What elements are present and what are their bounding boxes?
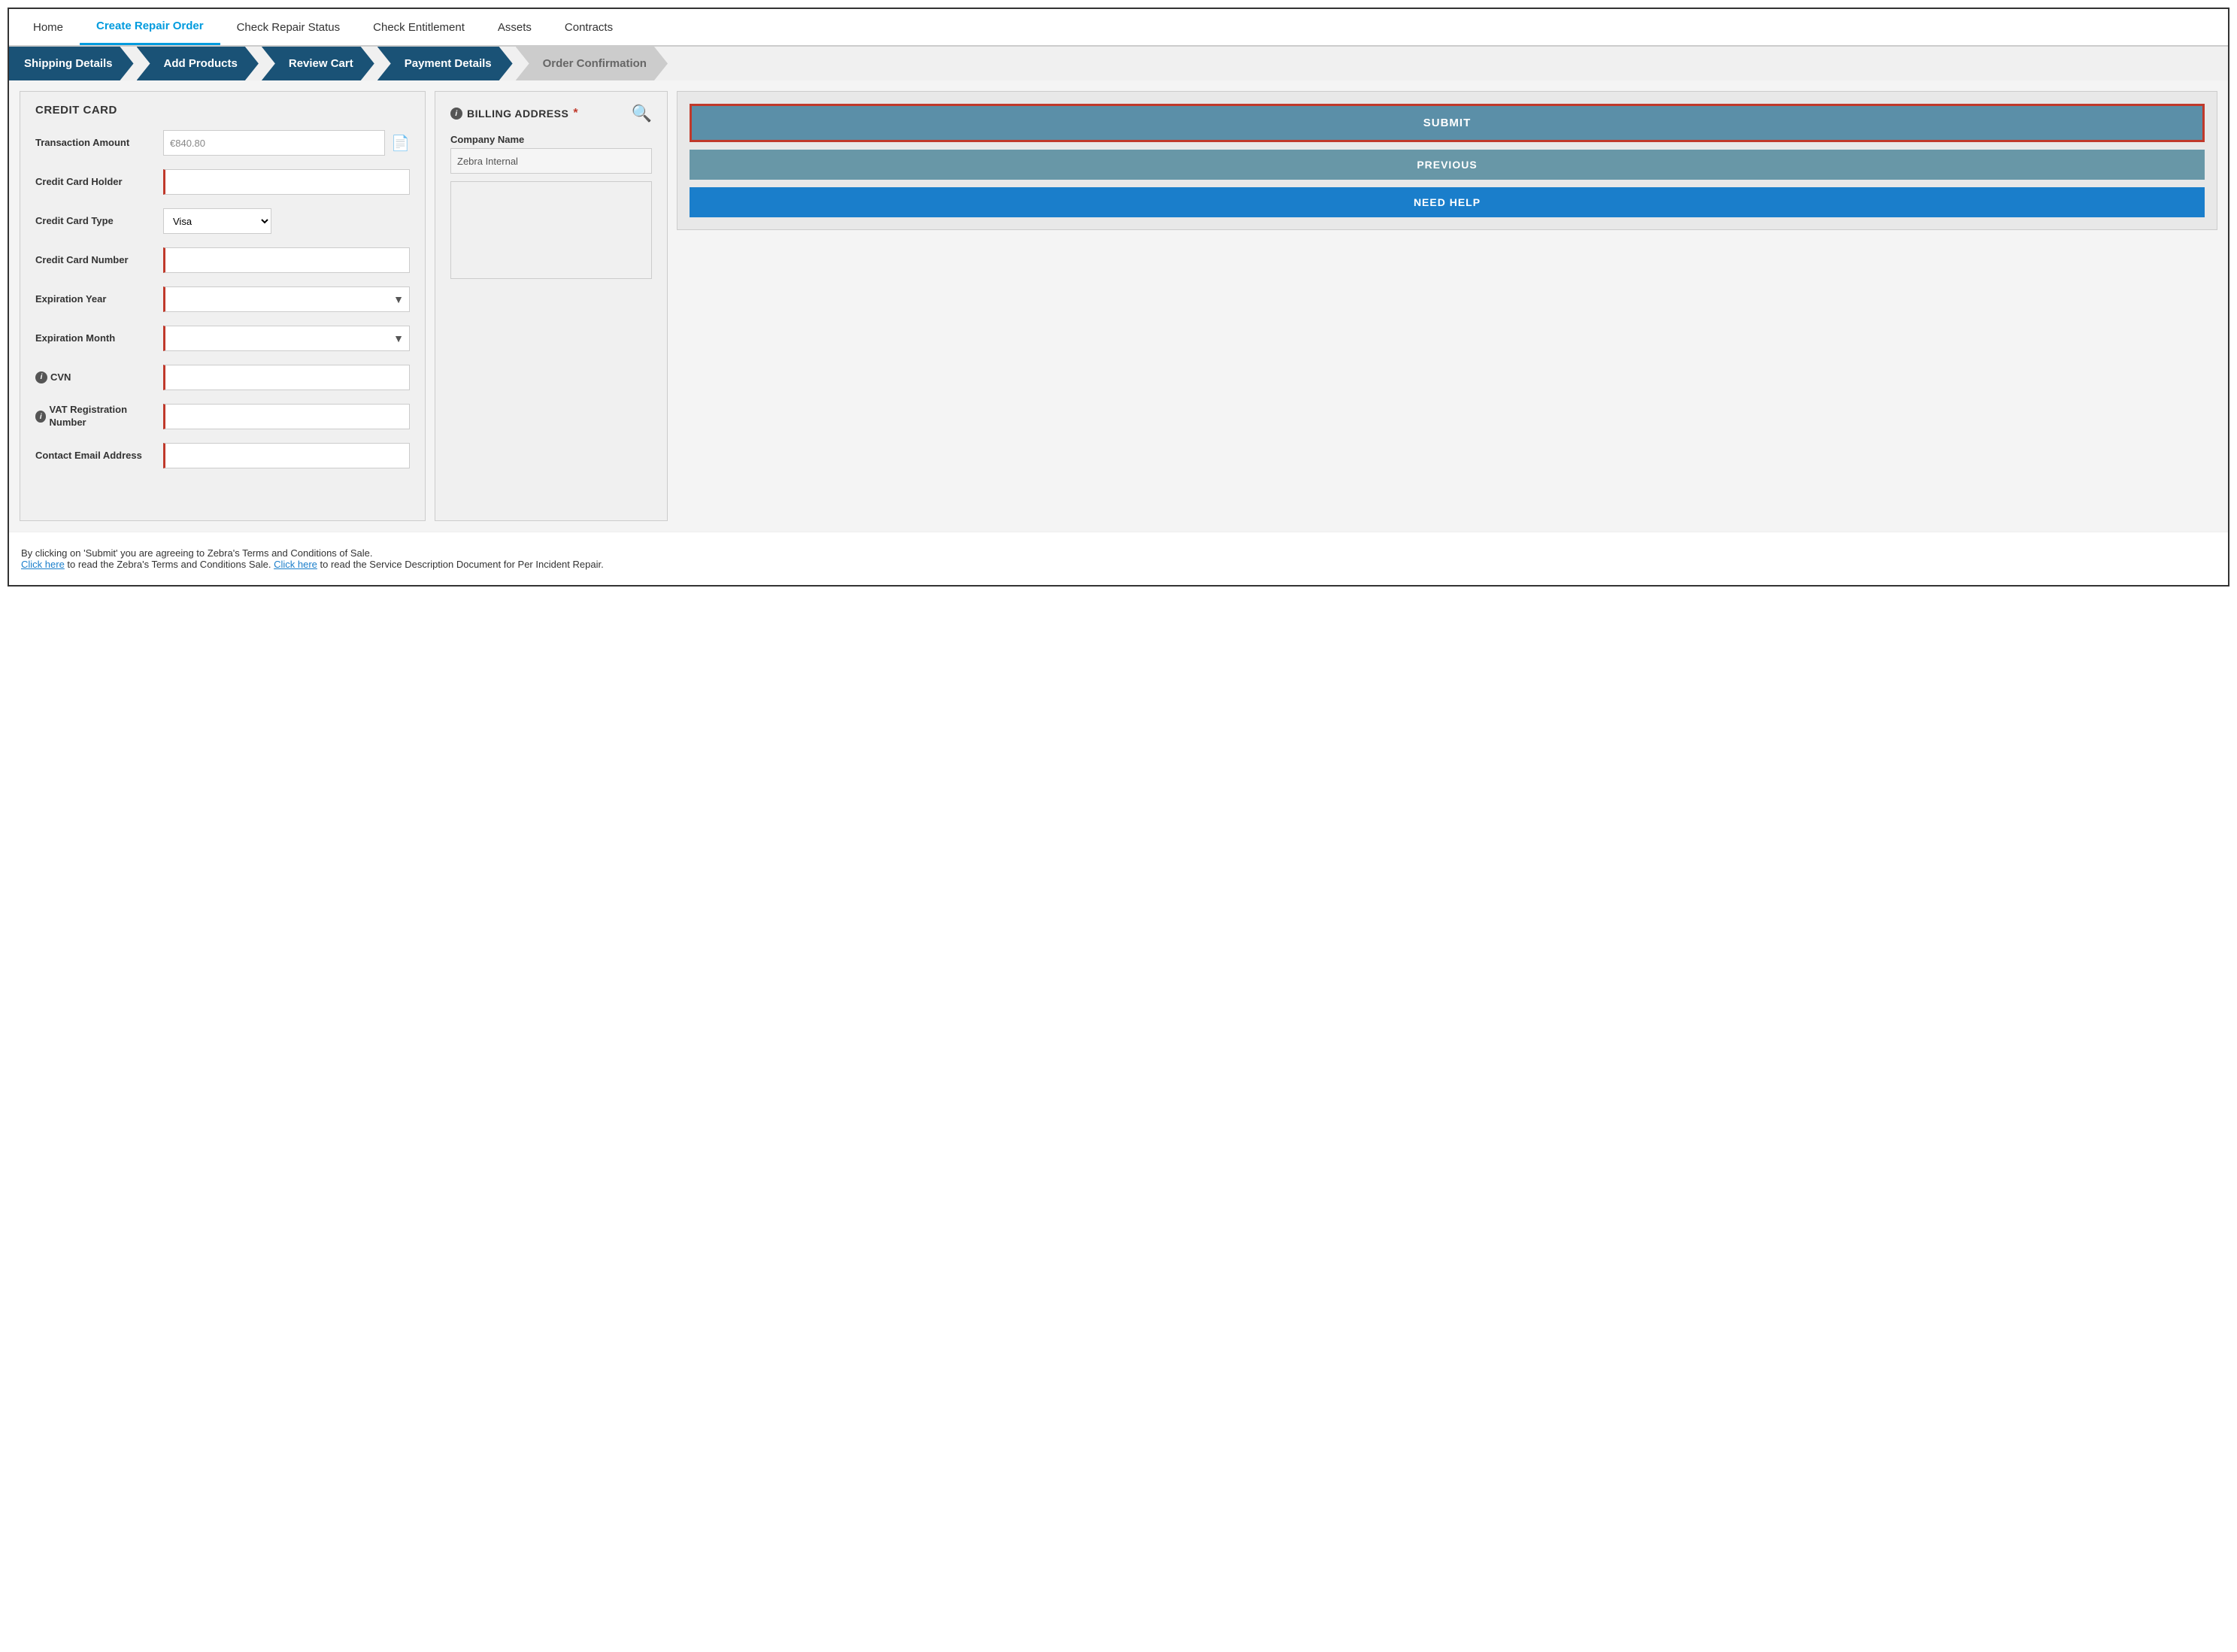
footer-link-2[interactable]: Click here bbox=[274, 559, 317, 570]
step-order-confirmation[interactable]: Order Confirmation bbox=[516, 47, 668, 80]
action-buttons-box: SUBMIT PREVIOUS NEED HELP bbox=[677, 91, 2217, 230]
expiration-year-label: Expiration Year bbox=[35, 293, 156, 306]
nav-check-repair-status[interactable]: Check Repair Status bbox=[220, 11, 357, 44]
billing-info-icon[interactable]: i bbox=[450, 108, 462, 120]
billing-search-icon[interactable]: 🔍 bbox=[632, 104, 652, 123]
cvn-label: CVN bbox=[50, 371, 71, 384]
nav-assets[interactable]: Assets bbox=[481, 11, 548, 44]
transaction-amount-label: Transaction Amount bbox=[35, 137, 156, 150]
action-panel: SUBMIT PREVIOUS NEED HELP bbox=[677, 91, 2217, 521]
nav-home[interactable]: Home bbox=[17, 11, 80, 44]
contact-email-row: Contact Email Address bbox=[35, 443, 410, 468]
footer-text-line2: Click here to read the Zebra's Terms and… bbox=[21, 559, 2216, 570]
credit-card-number-input[interactable] bbox=[163, 247, 410, 273]
company-name-label: Company Name bbox=[450, 134, 652, 145]
nav-contracts[interactable]: Contracts bbox=[548, 11, 629, 44]
credit-card-type-row: Credit Card Type Visa MasterCard America… bbox=[35, 208, 410, 234]
credit-card-type-label: Credit Card Type bbox=[35, 215, 156, 228]
billing-address-panel: i BILLING ADDRESS * 🔍 Company Name bbox=[435, 91, 668, 521]
main-content: CREDIT CARD Transaction Amount 📄 Credit … bbox=[9, 80, 2228, 532]
billing-address-textarea[interactable] bbox=[450, 181, 652, 279]
expiration-month-row: Expiration Month 01020304 05060708 09101… bbox=[35, 326, 410, 351]
step-add-products[interactable]: Add Products bbox=[137, 47, 259, 80]
doc-icon[interactable]: 📄 bbox=[391, 134, 410, 153]
expiration-year-select[interactable]: 2024 2025 2026 2027 2028 bbox=[163, 286, 410, 312]
cvn-row: i CVN bbox=[35, 365, 410, 390]
previous-button[interactable]: PREVIOUS bbox=[690, 150, 2205, 180]
footer-text-2: to read the Zebra's Terms and Conditions… bbox=[67, 559, 274, 570]
vat-label-container: i VAT Registration Number bbox=[35, 404, 156, 429]
top-nav: Home Create Repair Order Check Repair St… bbox=[9, 9, 2228, 47]
cvn-label-container: i CVN bbox=[35, 371, 156, 384]
nav-check-entitlement[interactable]: Check Entitlement bbox=[356, 11, 481, 44]
footer: By clicking on 'Submit' you are agreeing… bbox=[9, 532, 2228, 585]
footer-link-1[interactable]: Click here bbox=[21, 559, 65, 570]
cvn-input[interactable] bbox=[163, 365, 410, 390]
required-star: * bbox=[573, 107, 578, 120]
credit-card-holder-row: Credit Card Holder bbox=[35, 169, 410, 195]
credit-card-holder-label: Credit Card Holder bbox=[35, 176, 156, 189]
transaction-amount-input[interactable] bbox=[163, 130, 385, 156]
contact-email-label: Contact Email Address bbox=[35, 450, 156, 462]
step-review-cart[interactable]: Review Cart bbox=[262, 47, 374, 80]
steps-bar: Shipping Details Add Products Review Car… bbox=[9, 47, 2228, 80]
cvn-info-icon[interactable]: i bbox=[35, 371, 47, 383]
expiration-month-select[interactable]: 01020304 05060708 09101112 bbox=[163, 326, 410, 351]
vat-input[interactable] bbox=[163, 404, 410, 429]
expiration-month-label: Expiration Month bbox=[35, 332, 156, 345]
billing-title-row: i BILLING ADDRESS * 🔍 bbox=[450, 104, 652, 123]
credit-card-number-label: Credit Card Number bbox=[35, 254, 156, 267]
credit-card-title: CREDIT CARD bbox=[35, 104, 410, 117]
contact-email-input[interactable] bbox=[163, 443, 410, 468]
expiration-year-row: Expiration Year 2024 2025 2026 2027 2028… bbox=[35, 286, 410, 312]
credit-card-holder-input[interactable] bbox=[163, 169, 410, 195]
billing-title-text: BILLING ADDRESS bbox=[467, 108, 568, 120]
vat-info-icon[interactable]: i bbox=[35, 411, 46, 423]
step-payment-details[interactable]: Payment Details bbox=[377, 47, 513, 80]
footer-text-line1: By clicking on 'Submit' you are agreeing… bbox=[21, 547, 2216, 559]
submit-button[interactable]: SUBMIT bbox=[690, 104, 2205, 142]
need-help-button[interactable]: NEED HELP bbox=[690, 187, 2205, 217]
credit-card-type-select[interactable]: Visa MasterCard American Express Discove… bbox=[163, 208, 271, 234]
billing-title: i BILLING ADDRESS * bbox=[450, 107, 578, 120]
credit-card-panel: CREDIT CARD Transaction Amount 📄 Credit … bbox=[20, 91, 426, 521]
nav-create-repair-order[interactable]: Create Repair Order bbox=[80, 9, 220, 45]
vat-label: VAT Registration Number bbox=[49, 404, 156, 429]
footer-text-3: to read the Service Description Document… bbox=[320, 559, 604, 570]
transaction-amount-row: Transaction Amount 📄 bbox=[35, 130, 410, 156]
step-shipping-details[interactable]: Shipping Details bbox=[9, 47, 134, 80]
company-name-input[interactable] bbox=[450, 148, 652, 174]
credit-card-number-row: Credit Card Number bbox=[35, 247, 410, 273]
vat-row: i VAT Registration Number bbox=[35, 404, 410, 429]
